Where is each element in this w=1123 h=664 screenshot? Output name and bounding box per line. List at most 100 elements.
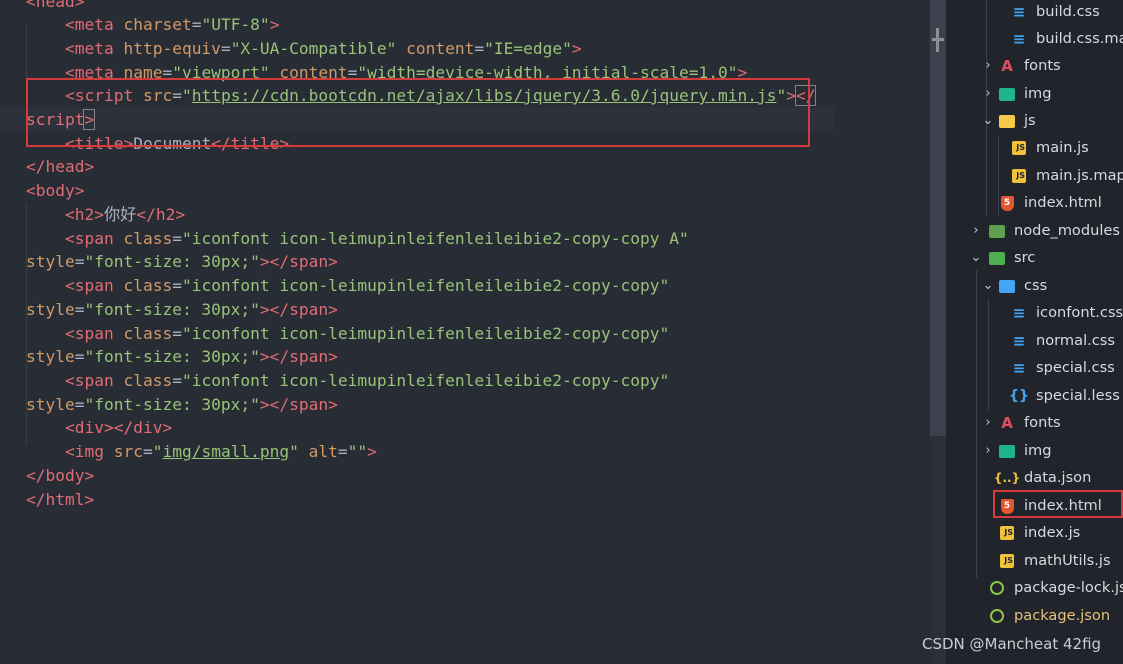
tree-item[interactable]: JS index.js bbox=[946, 519, 1123, 546]
code-line[interactable]: </body> bbox=[26, 464, 94, 488]
tree-item-label: special.css bbox=[1036, 359, 1115, 376]
tree-item-label: package.json bbox=[1014, 607, 1111, 624]
tree-item[interactable]: package-lock.json bbox=[946, 574, 1123, 601]
code-line[interactable]: <span class="iconfont icon-leimupinleife… bbox=[26, 369, 669, 393]
code-token: "X-UA-Compatible" bbox=[230, 39, 397, 58]
tree-item[interactable]: ≡ iconfont.css bbox=[946, 299, 1123, 326]
code-line[interactable]: <meta http-equiv="X-UA-Compatible" conte… bbox=[26, 37, 582, 61]
tree-item-label: js bbox=[1024, 112, 1036, 129]
tree-item[interactable]: 5 index.html bbox=[946, 189, 1123, 216]
js-file-icon: JS bbox=[998, 551, 1016, 571]
code-token: <span bbox=[64, 229, 114, 248]
code-line[interactable]: <body> bbox=[26, 179, 84, 203]
tree-item-label: src bbox=[1014, 249, 1036, 266]
overview-ruler-mark bbox=[936, 28, 939, 52]
font-folder-icon: A bbox=[1001, 57, 1013, 75]
tree-item-label: main.js.map bbox=[1036, 167, 1123, 184]
file-explorer[interactable]: ≡ build.css ≡ build.css.map › Afonts › img ⌄ js JS… bbox=[946, 0, 1123, 664]
code-token: = bbox=[172, 371, 182, 390]
tree-item[interactable]: ≡ special.css bbox=[946, 354, 1123, 381]
code-token: "IE=edge" bbox=[484, 39, 572, 58]
tree-item[interactable]: › node_modules bbox=[946, 217, 1123, 244]
chevron-right-icon[interactable]: › bbox=[982, 52, 994, 79]
code-token: <span bbox=[64, 324, 114, 343]
chevron-right-icon[interactable]: › bbox=[982, 437, 994, 464]
code-line[interactable]: style="font-size: 30px;"></span> bbox=[26, 298, 338, 322]
chevron-down-icon[interactable]: ⌄ bbox=[982, 107, 994, 134]
tree-item[interactable]: JS main.js bbox=[946, 134, 1123, 161]
chevron-down-icon[interactable]: ⌄ bbox=[970, 244, 982, 271]
tree-item[interactable]: ≡ build.css.map bbox=[946, 25, 1123, 52]
code-token: > bbox=[571, 39, 582, 58]
code-line[interactable]: style="font-size: 30px;"></span> bbox=[26, 393, 338, 417]
code-token: = bbox=[172, 324, 182, 343]
tree-item-label: main.js bbox=[1036, 139, 1089, 156]
tree-item[interactable]: {} special.less bbox=[946, 382, 1123, 409]
code-token: "UTF-8" bbox=[201, 15, 270, 34]
code-token: img/small.png bbox=[162, 442, 290, 461]
code-line[interactable]: style="font-size: 30px;"></span> bbox=[26, 250, 338, 274]
tree-item-label: index.js bbox=[1024, 524, 1081, 541]
code-token: class bbox=[123, 371, 173, 390]
tree-item-label: img bbox=[1024, 85, 1052, 102]
code-token: = bbox=[142, 442, 153, 461]
css-folder-open-icon bbox=[998, 276, 1016, 296]
chevron-right-icon[interactable]: › bbox=[982, 409, 994, 436]
code-editor[interactable]: <head> <meta charset="UTF-8"> <meta http… bbox=[0, 0, 930, 664]
code-line[interactable]: <span class="iconfont icon-leimupinleife… bbox=[26, 274, 669, 298]
tree-item[interactable]: › Afonts bbox=[946, 409, 1123, 436]
chevron-down-icon[interactable]: ⌄ bbox=[982, 272, 994, 299]
code-line[interactable]: style="font-size: 30px;"></span> bbox=[26, 345, 338, 369]
tree-item-label: iconfont.css bbox=[1036, 304, 1123, 321]
code-token: > bbox=[74, 0, 85, 11]
code-token: "iconfont icon-leimupinleifenleileibie2-… bbox=[181, 324, 670, 343]
tree-item[interactable]: {..} data.json bbox=[946, 464, 1123, 491]
tree-item[interactable]: › Afonts bbox=[946, 52, 1123, 79]
editor-scroll-thumb[interactable] bbox=[930, 0, 946, 436]
code-token: head bbox=[35, 0, 75, 11]
tree-item[interactable]: JS mathUtils.js bbox=[946, 547, 1123, 574]
code-line[interactable]: <div></div> bbox=[26, 416, 172, 440]
chevron-right-icon[interactable]: › bbox=[982, 80, 994, 107]
tree-item[interactable]: ⌄ css bbox=[946, 272, 1123, 299]
code-line[interactable]: <h2>你好</h2> bbox=[26, 203, 185, 227]
code-line[interactable]: <head> bbox=[26, 0, 84, 14]
tree-item[interactable]: package.json bbox=[946, 602, 1123, 629]
code-line[interactable]: <img src="img/small.png" alt=""> bbox=[26, 440, 377, 464]
code-line[interactable]: </html> bbox=[26, 488, 94, 512]
tree-item[interactable]: ≡ build.css bbox=[946, 0, 1123, 25]
tree-item-label: css bbox=[1024, 277, 1048, 294]
tree-item[interactable]: JS main.js.map bbox=[946, 162, 1123, 189]
chevron-right-icon[interactable]: › bbox=[970, 217, 982, 244]
code-token: <span bbox=[64, 371, 114, 390]
tree-item-label: build.css.map bbox=[1036, 30, 1123, 47]
code-line[interactable]: <span class="iconfont icon-leimupinleife… bbox=[26, 227, 689, 251]
node-modules-folder-icon bbox=[988, 221, 1006, 241]
code-token: = bbox=[337, 442, 348, 461]
code-token: = bbox=[172, 229, 182, 248]
script-tag-highlight-box bbox=[26, 78, 810, 147]
tree-item[interactable]: › img bbox=[946, 437, 1123, 464]
tree-item[interactable]: ⌄ js bbox=[946, 107, 1123, 134]
code-line[interactable]: <span class="iconfont icon-leimupinleife… bbox=[26, 322, 669, 346]
tree-item-label: index.html bbox=[1024, 194, 1102, 211]
code-line[interactable]: <meta charset="UTF-8"> bbox=[26, 13, 279, 37]
image-folder-icon bbox=[998, 441, 1016, 461]
tree-item[interactable]: ≡ normal.css bbox=[946, 327, 1123, 354]
js-file-icon: JS bbox=[998, 523, 1016, 543]
code-token: ></span> bbox=[259, 300, 338, 319]
code-line[interactable]: </head> bbox=[26, 155, 94, 179]
code-token: "font-size: 30px;" bbox=[84, 395, 260, 414]
tree-item[interactable]: › img bbox=[946, 80, 1123, 107]
tree-item[interactable]: ⌄ src bbox=[946, 244, 1123, 271]
code-token: "iconfont icon-leimupinleifenleileibie2-… bbox=[181, 229, 689, 248]
